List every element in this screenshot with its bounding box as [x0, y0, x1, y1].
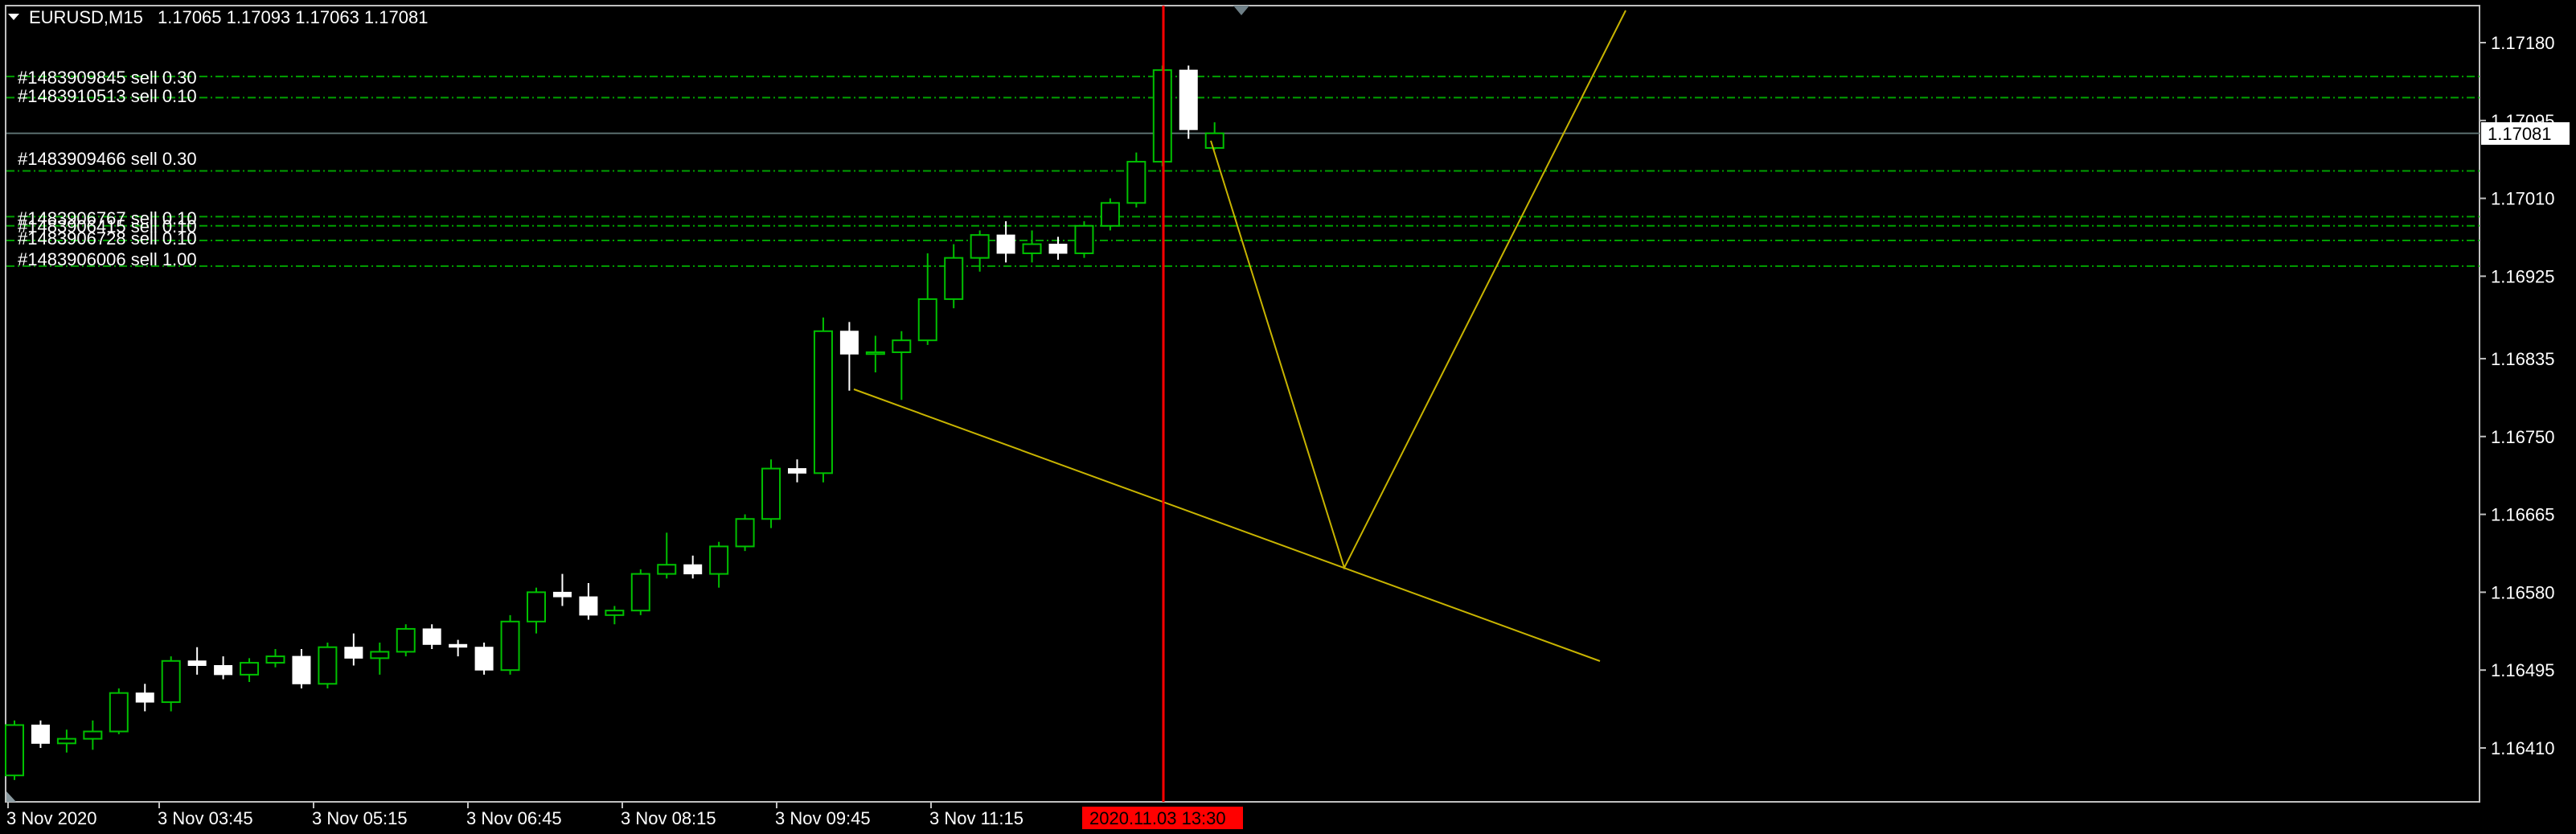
candle-body-bull: [761, 467, 781, 520]
candle-body-bear: [135, 692, 154, 703]
candle-body-bull: [970, 234, 990, 259]
candle-body-bear: [579, 596, 598, 616]
order-label: #1483906728 sell 0.10: [18, 228, 197, 249]
candle-body-bear: [292, 655, 311, 684]
candle-body-bear: [422, 628, 441, 645]
candle-body-bear: [996, 234, 1015, 254]
time-tick-label: 3 Nov 2020: [6, 808, 97, 828]
candle-body-bull: [240, 662, 260, 676]
order-label: #1483909466 sell 0.30: [18, 149, 197, 169]
candle-body-bull: [370, 651, 390, 659]
candle-body-bull: [657, 564, 677, 575]
price-tick-label: 1.16495: [2491, 660, 2555, 680]
time-tick-label: 3 Nov 09:45: [775, 808, 871, 828]
candle-body-bull: [109, 692, 129, 733]
time-tick-label: 3 Nov 06:45: [466, 808, 562, 828]
price-tick-label: 1.17010: [2491, 189, 2555, 209]
candle-body-bull: [630, 573, 650, 612]
candle-body-bull: [396, 627, 416, 653]
order-label: #1483909845 sell 0.30: [18, 68, 197, 88]
candle-body-bear: [552, 591, 572, 598]
symbol-title: EURUSD,M15: [29, 7, 143, 27]
time-marker-label: 2020.11.03 13:30: [1089, 808, 1226, 828]
candle-body-bull: [892, 339, 912, 353]
ohlc-readout: 1.17065 1.17093 1.17063 1.17081: [158, 7, 428, 27]
order-label: #1483906006 sell 1.00: [18, 249, 197, 269]
candle-body-bear: [474, 647, 494, 671]
candle-body-bull: [1100, 202, 1120, 227]
candle-body-bull: [500, 620, 520, 672]
candle-body-bull: [605, 610, 625, 616]
price-tick-label: 1.16410: [2491, 738, 2555, 758]
time-tick-label: 3 Nov 05:15: [312, 808, 408, 828]
price-tick-label: 1.16750: [2491, 427, 2555, 447]
candle-body-bull: [56, 737, 76, 745]
price-chart[interactable]: #1483909845 sell 0.30#1483910513 sell 0.…: [0, 0, 2576, 834]
candle-body-bear: [449, 643, 468, 648]
chart-background: [0, 0, 2576, 834]
time-tick-label: 3 Nov 11:15: [929, 808, 1023, 828]
price-tick-label: 1.16925: [2491, 266, 2555, 286]
candle-body-bear: [683, 564, 703, 575]
candle-body-bull: [865, 351, 885, 355]
candle-body-bull: [813, 330, 833, 475]
candle-body-bull: [735, 518, 755, 548]
candle-body-bull: [1204, 132, 1224, 149]
candle-body-bull: [709, 545, 729, 575]
order-labels: #1483909845 sell 0.30#1483910513 sell 0.…: [18, 68, 197, 269]
candle-body-bear: [1048, 244, 1068, 254]
candle-body-bull: [83, 730, 103, 740]
candle-body-bear: [31, 725, 50, 744]
candle-body-bear: [1179, 69, 1198, 130]
candle-body-bull: [5, 724, 24, 777]
price-tick-label: 1.16580: [2491, 582, 2555, 602]
candle-body-bull: [161, 659, 181, 704]
candle-body-bull: [917, 298, 937, 342]
candle-body-bear: [214, 664, 233, 676]
candle-body-bull: [944, 257, 964, 300]
time-tick-label: 3 Nov 08:15: [621, 808, 716, 828]
candle-body-bull: [527, 591, 546, 622]
time-tick-label: 3 Nov 03:45: [158, 808, 253, 828]
current-price-label: 1.17081: [2488, 124, 2552, 144]
price-tick-label: 1.16835: [2491, 349, 2555, 369]
candle-body-bull: [318, 646, 338, 685]
candle-body-bear: [839, 331, 859, 355]
candle-body-bear: [344, 647, 363, 659]
candle-body-bear: [187, 660, 207, 666]
price-tick-label: 1.16665: [2491, 505, 2555, 525]
candle-body-bear: [788, 468, 806, 474]
candle-body-bull: [1126, 161, 1146, 204]
order-label: #1483910513 sell 0.10: [18, 86, 197, 106]
candle-body-bull: [1074, 224, 1094, 254]
candle-body-bull: [265, 655, 285, 664]
candle-body-bull: [1022, 243, 1042, 254]
price-tick-label: 1.17180: [2491, 33, 2555, 53]
